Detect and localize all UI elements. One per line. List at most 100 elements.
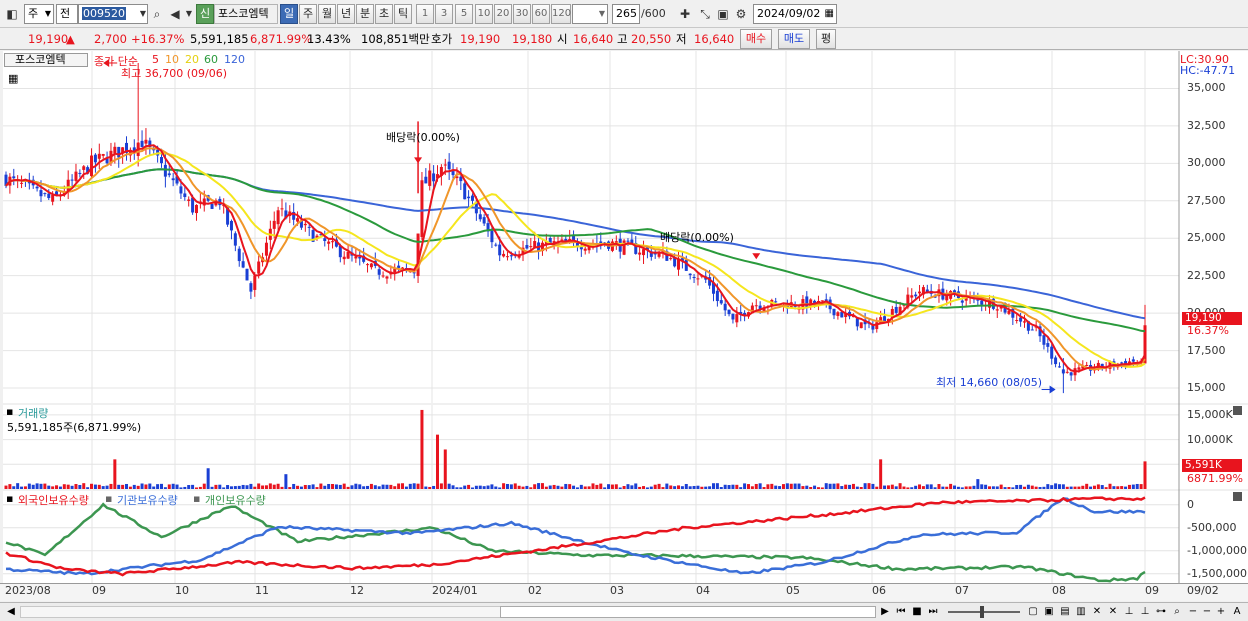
volume-bar xyxy=(828,483,832,489)
candle-body xyxy=(918,291,922,294)
candle-body xyxy=(447,161,451,170)
candle-body xyxy=(583,248,587,251)
volume-bar xyxy=(35,483,39,489)
volume-bar xyxy=(918,484,922,489)
volume-bar xyxy=(369,483,373,489)
scroll-thumb[interactable] xyxy=(500,606,876,618)
volume-bar xyxy=(840,486,844,489)
price-tick: 30,000 xyxy=(1187,156,1226,170)
candle-body xyxy=(346,251,350,259)
volume-bar xyxy=(591,483,595,489)
candle-body xyxy=(1085,364,1089,366)
candle-body xyxy=(925,289,929,292)
dividend-marker-icon xyxy=(752,253,761,260)
scroll-left-icon[interactable]: ◀ xyxy=(4,605,18,619)
volume-bar xyxy=(995,486,999,489)
go-first-icon[interactable]: ⏮ xyxy=(894,605,908,619)
candle-body xyxy=(276,210,280,225)
crosshair-icon[interactable]: ✕ xyxy=(1106,605,1120,619)
stock-tab[interactable]: 포스코엠텍 xyxy=(4,53,88,67)
volume-bar xyxy=(280,486,284,489)
volume-bar xyxy=(315,487,319,489)
bottom-scrollbar[interactable]: ◀ ▶ ⏮ ■ ⏭ ▢ ▣ ▤ ▥ ✕ ✕ ⊥ ⊥ ⊶ ⌕ − − + A xyxy=(0,602,1248,621)
volume-bar xyxy=(513,483,517,489)
calculator-icon[interactable]: ▦ xyxy=(8,72,18,85)
volume-tick: 15,000K xyxy=(1187,407,1233,421)
candle-body xyxy=(78,172,82,174)
volume-bar xyxy=(727,485,731,489)
candle-body xyxy=(832,308,836,316)
volume-bar xyxy=(152,486,156,489)
volume-bar xyxy=(1069,486,1073,489)
volume-bar xyxy=(809,487,813,489)
volume-bar xyxy=(113,459,117,489)
candle-body xyxy=(509,255,513,257)
x-tick: 08 xyxy=(1052,584,1066,597)
volume-bar xyxy=(105,485,109,489)
volume-bar xyxy=(307,485,311,489)
volume-bar xyxy=(848,484,852,489)
zoom-icon[interactable]: ⌕ xyxy=(1170,605,1184,619)
volume-bar xyxy=(1124,486,1128,489)
volume-bar xyxy=(420,409,424,489)
volume-bar xyxy=(665,483,669,489)
volume-bar xyxy=(490,484,494,489)
candle-body xyxy=(20,182,24,184)
volume-bar xyxy=(354,483,358,489)
volume-bar xyxy=(879,459,883,489)
scroll-right-icon[interactable]: ▶ xyxy=(878,605,892,619)
volume-bar xyxy=(630,485,634,489)
volume-bar xyxy=(618,487,622,489)
holding-panel-close-icon[interactable] xyxy=(1233,492,1242,501)
volume-bar xyxy=(642,486,646,489)
candle-body xyxy=(366,264,370,266)
volume-bar xyxy=(1011,487,1015,489)
tool-icon[interactable]: ▥ xyxy=(1074,605,1088,619)
volume-bar xyxy=(525,485,529,489)
volume-bar xyxy=(1057,484,1061,489)
candle-body xyxy=(358,256,362,259)
zoom-slider[interactable] xyxy=(948,611,1020,613)
chart-canvas[interactable] xyxy=(0,0,1248,621)
volume-bar xyxy=(261,485,265,489)
tool-icon[interactable]: ▤ xyxy=(1058,605,1072,619)
candle-body xyxy=(187,199,191,201)
candle-body xyxy=(210,204,214,209)
volume-bar xyxy=(816,487,820,489)
volume-bar xyxy=(299,486,303,489)
crosshair-icon[interactable]: ✕ xyxy=(1090,605,1104,619)
volume-bar xyxy=(599,483,603,489)
volume-bar xyxy=(323,485,327,489)
volume-bar xyxy=(1116,486,1120,489)
volume-bar xyxy=(272,484,276,489)
candle-body xyxy=(342,256,346,260)
candle-body xyxy=(642,249,646,256)
x-tick: 2024/01 xyxy=(432,584,478,597)
volume-bar xyxy=(377,486,381,489)
zoom-slider-handle[interactable] xyxy=(980,606,984,618)
volume-bar xyxy=(311,484,315,489)
volume-bar xyxy=(929,484,933,489)
candle-body xyxy=(1054,357,1058,365)
zoom-reset-icon[interactable]: − xyxy=(1200,605,1214,619)
volume-bar xyxy=(684,483,688,489)
volume-bar xyxy=(447,483,451,489)
volume-bar xyxy=(214,484,218,489)
volume-bar xyxy=(455,487,459,489)
volume-panel-close-icon[interactable] xyxy=(1233,406,1242,415)
zoom-out-icon[interactable]: − xyxy=(1186,605,1200,619)
candle-body xyxy=(51,194,55,202)
ruler-icon[interactable]: ⊥ xyxy=(1138,605,1152,619)
stop-icon[interactable]: ■ xyxy=(910,605,924,619)
volume-bar xyxy=(898,483,902,489)
go-last-icon[interactable]: ⏭ xyxy=(926,605,940,619)
zoom-in-icon[interactable]: + xyxy=(1214,605,1228,619)
ruler-icon[interactable]: ⊥ xyxy=(1122,605,1136,619)
volume-bar xyxy=(183,486,187,489)
font-size-icon[interactable]: A xyxy=(1230,605,1244,619)
candle-body xyxy=(498,244,502,256)
tool-icon[interactable]: ▢ xyxy=(1026,605,1040,619)
tool-icon[interactable]: ▣ xyxy=(1042,605,1056,619)
candle-body xyxy=(354,256,358,259)
link-icon[interactable]: ⊶ xyxy=(1154,605,1168,619)
